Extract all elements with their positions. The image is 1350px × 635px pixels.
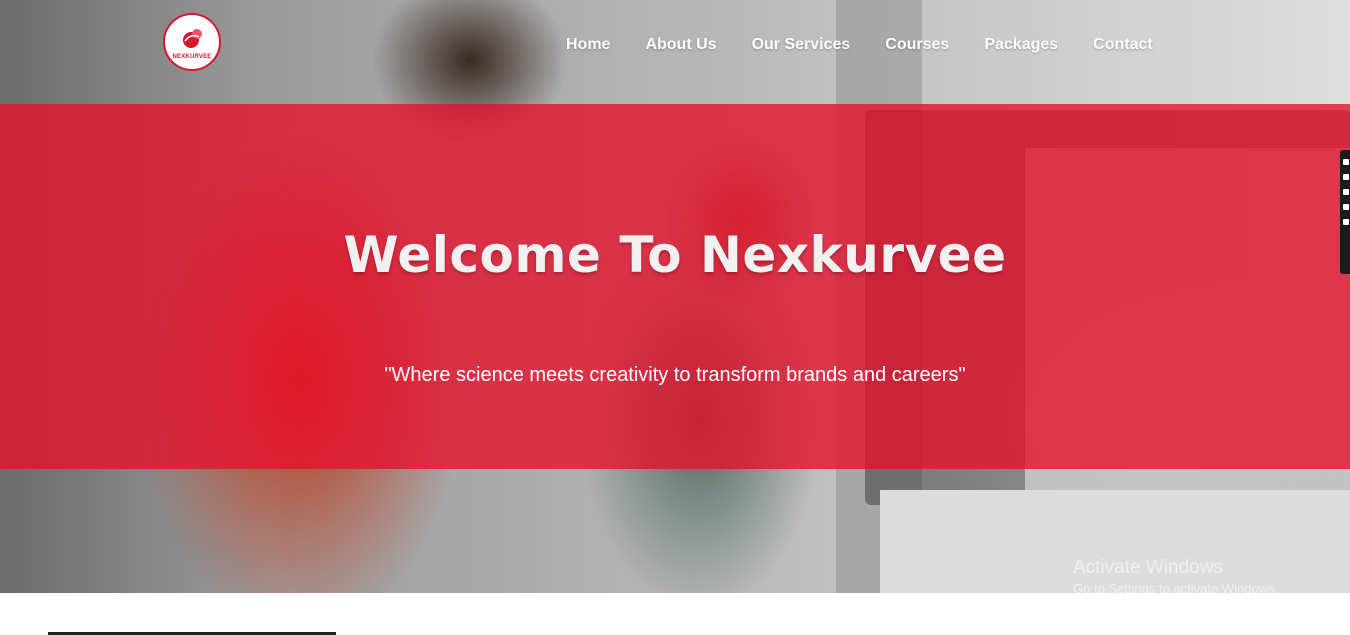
nav-about-us[interactable]: About Us [645,36,716,54]
toolbar-copy-icon[interactable] [1343,204,1349,210]
hero-tagline: "Where science meets creativity to trans… [384,364,966,386]
nav-home[interactable]: Home [566,36,610,54]
logo-text: NEXKURVEE [172,54,212,60]
watermark-title: Activate Windows [1073,557,1223,578]
toolbar-edit-icon[interactable] [1343,174,1349,180]
logo-icon [183,29,202,48]
nav-packages[interactable]: Packages [984,36,1058,54]
nav-courses[interactable]: Courses [885,36,949,54]
activate-windows-watermark: Activate Windows Go to Settings to activ… [1073,557,1278,593]
nav-contact[interactable]: Contact [1093,36,1153,54]
toolbar-link-icon[interactable] [1343,159,1349,165]
toolbar-box-icon[interactable] [1343,189,1349,195]
hero-section: NEXKURVEE Home About Us Our Services Cou… [0,0,1350,593]
toolbar-settings-icon[interactable] [1343,219,1349,225]
main-nav: Home About Us Our Services Courses Packa… [566,36,1153,54]
nav-our-services[interactable]: Our Services [752,36,851,54]
watermark-subtitle: Go to Settings to activate Windows. [1073,581,1279,593]
hero-title: Welcome To Nexkurvee [343,226,1007,284]
floating-side-toolbar[interactable] [1340,150,1350,274]
hero-red-overlay [0,104,1350,469]
site-logo[interactable]: NEXKURVEE [163,13,221,71]
